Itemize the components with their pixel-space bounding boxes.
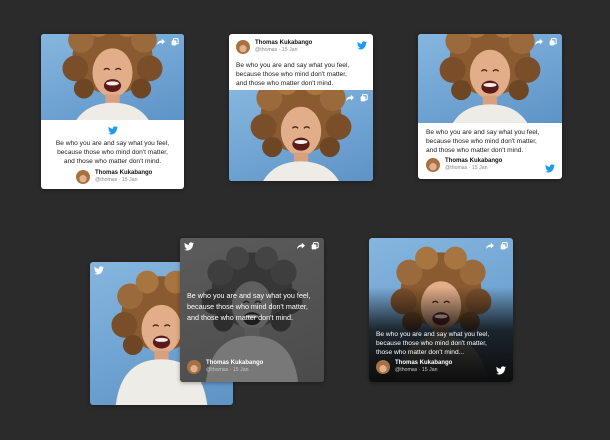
copy-icon[interactable] [360, 94, 368, 102]
quote-line: because those who mind don't matter, [376, 340, 487, 347]
twitter-bird-icon[interactable] [357, 41, 367, 50]
portrait-image [418, 34, 562, 123]
tweet-card-4-front[interactable]: Be who you are and say what you feel, be… [180, 238, 324, 382]
author-meta: @thomas · 15 Jan [395, 367, 438, 373]
tweet-photo [41, 34, 184, 120]
quote-line: Be who you are and say what you feel, [187, 291, 311, 300]
quote-line: because those who mind don't matter, [426, 138, 537, 145]
author-meta: @thomas · 15 Jan [95, 177, 138, 183]
avatar[interactable] [426, 158, 440, 172]
quote-line: and those who matter don't mind. [63, 158, 162, 165]
tweet-author[interactable]: Thomas Kukabango @thomas · 15 Jan [376, 360, 452, 374]
avatar[interactable] [236, 40, 250, 54]
tweet-card-3[interactable]: Be who you are and say what you feel, be… [418, 34, 562, 179]
avatar[interactable] [376, 360, 390, 374]
quote-line: and those who matter don't mind. [187, 313, 294, 322]
copy-icon[interactable] [549, 38, 557, 46]
twitter-bird-icon[interactable] [108, 126, 118, 135]
tweet-photo [229, 90, 373, 181]
quote-line: Be who you are and say what you feel, [376, 331, 490, 338]
twitter-bird-icon[interactable] [545, 164, 555, 173]
quote-line: because those who mind don't matter, [236, 71, 347, 78]
tweet-quote: Be who you are and say what you feel, be… [426, 128, 539, 155]
copy-icon[interactable] [311, 242, 319, 250]
tweet-author[interactable]: Thomas Kukabango @thomas · 15 Jan [187, 360, 263, 374]
tweet-quote: Be who you are and say what you feel, be… [187, 290, 310, 323]
copy-icon[interactable] [171, 38, 179, 46]
share-icon[interactable] [297, 242, 305, 250]
twitter-bird-icon[interactable] [184, 242, 194, 251]
share-icon[interactable] [486, 242, 494, 250]
author-name[interactable]: Thomas Kukabango [206, 360, 263, 367]
quote-line: those who matter don't mind... [376, 349, 465, 356]
author-name[interactable]: Thomas Kukabango [255, 40, 312, 47]
twitter-bird-icon[interactable] [496, 366, 506, 375]
author-name[interactable]: Thomas Kukabango [445, 158, 502, 165]
avatar[interactable] [187, 360, 201, 374]
share-icon[interactable] [157, 38, 165, 46]
portrait-image [41, 34, 184, 120]
quote-line: Be who you are and say what you feel, [55, 140, 170, 147]
quote-line: and those who matter don't mind. [426, 147, 524, 154]
author-meta: @thomas · 15 Jan [445, 165, 488, 171]
tweet-quote: Be who you are and say what you feel, be… [41, 139, 184, 166]
tweet-author[interactable]: Thomas Kukabango @thomas · 15 Jan [76, 170, 152, 184]
quote-line: because those who mind don't matter, [187, 302, 308, 311]
quote-line: Be who you are and say what you feel, [426, 129, 540, 136]
author-meta: @thomas · 15 Jan [255, 47, 298, 53]
tweet-card-2[interactable]: Thomas Kukabango @thomas · 15 Jan Be who… [229, 34, 373, 181]
avatar[interactable] [76, 170, 90, 184]
portrait-image [229, 90, 373, 181]
share-icon[interactable] [535, 38, 543, 46]
tweet-author[interactable]: Thomas Kukabango @thomas · 15 Jan [236, 40, 312, 54]
tweet-card-5[interactable]: Be who you are and say what you feel, be… [369, 238, 513, 382]
tweet-author[interactable]: Thomas Kukabango @thomas · 15 Jan [426, 158, 502, 172]
copy-icon[interactable] [500, 242, 508, 250]
share-icon[interactable] [346, 94, 354, 102]
quote-line: Be who you are and say what you feel, [236, 62, 350, 69]
author-name[interactable]: Thomas Kukabango [95, 170, 152, 177]
tweet-card-1[interactable]: Be who you are and say what you feel, be… [41, 34, 184, 189]
author-name[interactable]: Thomas Kukabango [395, 360, 452, 367]
quote-line: and those who matter don't mind. [236, 80, 334, 87]
quote-line: because those who mind don't matter, [57, 149, 168, 156]
twitter-bird-icon[interactable] [94, 266, 104, 275]
author-meta: @thomas · 15 Jan [206, 367, 249, 373]
tweet-photo [418, 34, 562, 123]
tweet-quote: Be who you are and say what you feel, be… [236, 61, 349, 88]
tweet-quote: Be who you are and say what you feel, be… [376, 330, 489, 357]
